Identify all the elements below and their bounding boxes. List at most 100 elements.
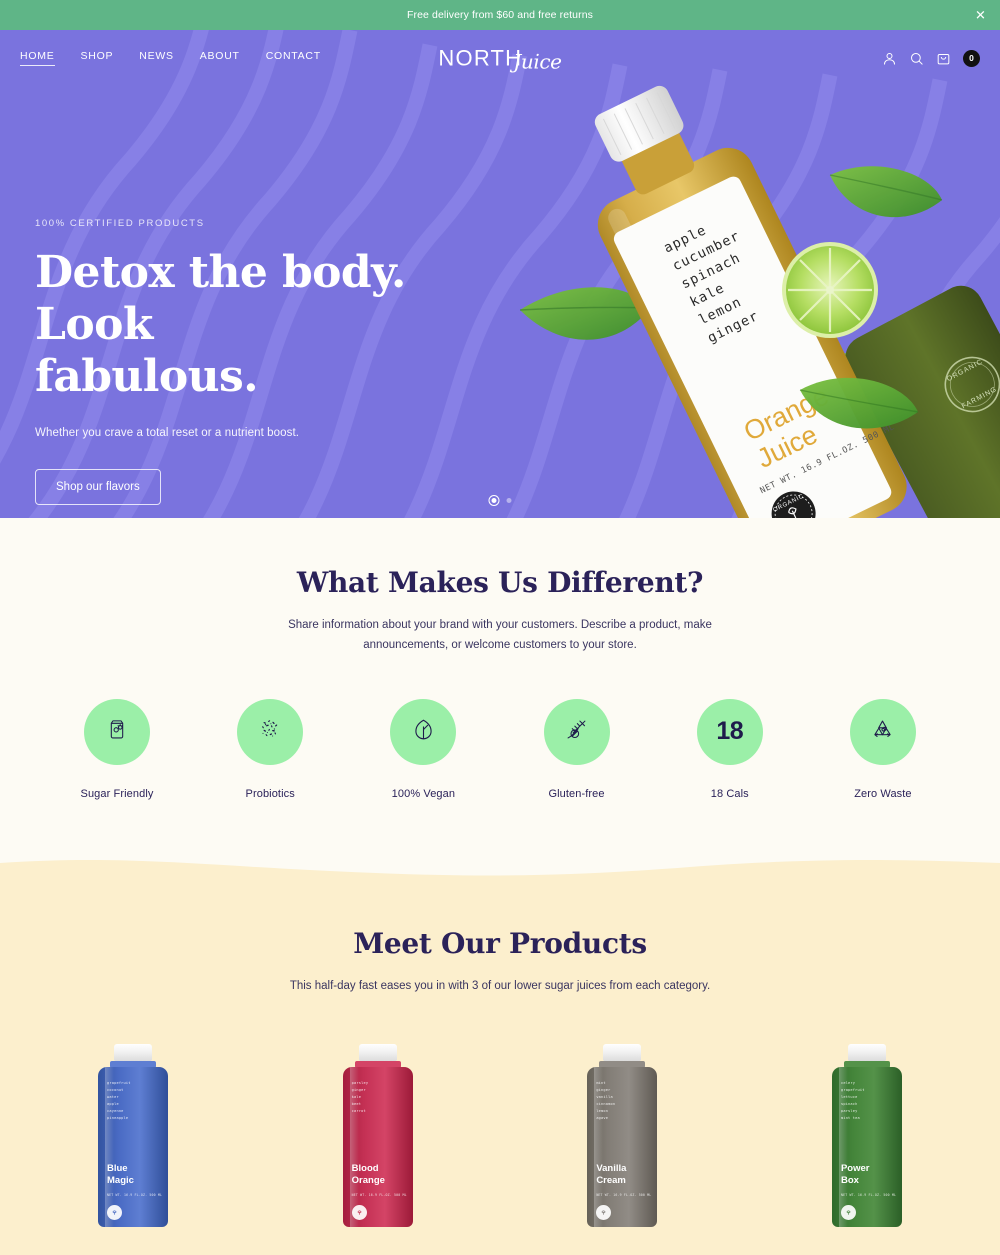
- bottle-body: celery grapefruit lettuce spinach parsle…: [831, 1067, 902, 1228]
- product-card-vanilla-cream[interactable]: mint ginger vanilla cinnamon lemon agave…: [587, 1044, 658, 1228]
- product-net-weight: NET WT. 16.9 FL.OZ. 500 ML: [351, 1193, 407, 1198]
- feature-icon-circle: [84, 698, 150, 765]
- bottle-ingredient: ginger: [596, 1088, 611, 1093]
- product-name: Power Box: [841, 1163, 870, 1187]
- organic-seal-icon: [107, 1205, 122, 1221]
- announcement-text: Free delivery from $60 and free returns: [407, 9, 593, 21]
- organic-seal-icon: [596, 1205, 612, 1221]
- close-icon[interactable]: ✕: [975, 9, 986, 22]
- wheat-crossed-icon: [563, 716, 590, 748]
- nav-item-shop[interactable]: SHOP: [81, 50, 114, 66]
- bottle-ingredient: beet: [351, 1102, 362, 1107]
- product-card-blood-orange[interactable]: parsley ginger kale beet carrot Blood Or…: [342, 1044, 413, 1228]
- bottle-body: mint ginger vanilla cinnamon lemon agave…: [587, 1067, 658, 1228]
- nav-links: HOME SHOP NEWS ABOUT CONTACT: [20, 50, 321, 66]
- bottle-ingredient: pineapple: [107, 1116, 129, 1121]
- hero-title-line-1: Detox the body. Look: [35, 247, 406, 350]
- feature-icon-circle: [543, 698, 610, 765]
- feature-label: Gluten-free: [548, 787, 605, 800]
- logo-script-text: Juice: [513, 49, 562, 74]
- bottle-ingredient: carrot: [351, 1109, 366, 1114]
- nav-item-news[interactable]: NEWS: [139, 50, 174, 66]
- microbe-dots-icon: [256, 715, 284, 748]
- product-name: Blood Orange: [352, 1163, 385, 1187]
- feature-label: 100% Vegan: [391, 787, 456, 800]
- bottle-ingredient: ginger: [351, 1088, 366, 1093]
- carousel-dot-1-active[interactable]: [488, 495, 500, 506]
- features-subtitle: Share information about your brand with …: [288, 619, 712, 652]
- feature-label: Probiotics: [245, 787, 295, 800]
- leaf-check-icon: [410, 716, 437, 748]
- products-section: Meet Our Products This half-day fast eas…: [0, 884, 1000, 1255]
- carousel-dots: [488, 495, 512, 506]
- product-name-line-2: Box: [840, 1175, 859, 1187]
- nav-item-contact[interactable]: CONTACT: [266, 50, 321, 66]
- logo-main-text: NORTH: [438, 45, 523, 70]
- sugar-packet-icon: [104, 716, 130, 747]
- cart-icon[interactable]: [936, 51, 951, 66]
- site-logo[interactable]: NORTH Juice: [438, 43, 562, 74]
- feature-label: Zero Waste: [854, 787, 912, 800]
- features-title: What Makes Us Different?: [296, 566, 704, 599]
- organic-seal-icon: [351, 1205, 367, 1221]
- feature-gluten-free[interactable]: Gluten-free: [522, 698, 632, 800]
- product-name: Vanilla Cream: [596, 1163, 626, 1187]
- bottle-cap: [114, 1044, 152, 1062]
- bottle-cap: [847, 1044, 886, 1062]
- feature-100-vegan[interactable]: 100% Vegan: [368, 698, 478, 800]
- search-icon[interactable]: [909, 51, 924, 66]
- announcement-bar: Free delivery from $60 and free returns …: [0, 0, 1000, 30]
- bottle-ingredient: grapefruit: [107, 1081, 131, 1086]
- shop-flavors-button[interactable]: Shop our flavors: [35, 468, 161, 505]
- bottle-ingredient: kale: [351, 1095, 362, 1100]
- product-name-line-1: Blood: [351, 1163, 379, 1175]
- bottle-ingredient: cinnamon: [596, 1102, 616, 1107]
- calories-number: 18: [716, 717, 744, 746]
- carousel-dot-2[interactable]: [506, 498, 512, 503]
- nav-item-home[interactable]: HOME: [20, 50, 55, 66]
- organic-seal-icon: [840, 1205, 856, 1221]
- feature-list: Sugar Friendly Probiotics 100% Vegan Glu…: [0, 698, 1000, 800]
- hero-content: 100% CERTIFIED PRODUCTS Detox the body. …: [0, 86, 520, 505]
- hero-eyebrow: 100% CERTIFIED PRODUCTS: [35, 218, 205, 229]
- features-section: What Makes Us Different? Share informati…: [0, 518, 1000, 885]
- feature-label: Sugar Friendly: [80, 787, 154, 800]
- bottle-ingredient: apple: [107, 1102, 119, 1107]
- product-net-weight: NET WT. 16.9 FL.OZ. 500 ML: [596, 1193, 652, 1198]
- feature-sugar-friendly[interactable]: Sugar Friendly: [62, 698, 172, 800]
- bottle-cap: [603, 1044, 642, 1062]
- product-name-line-1: Blue: [107, 1163, 128, 1175]
- bottle-ingredient: parsley: [351, 1081, 369, 1086]
- product-net-weight: NET WT. 16.9 FL.OZ. 500 ML: [107, 1193, 163, 1198]
- product-name-line-1: Vanilla: [596, 1163, 627, 1175]
- nav-item-about[interactable]: ABOUT: [200, 50, 240, 66]
- bottle-ingredient: agave: [596, 1116, 609, 1121]
- bottle-ingredient: cayenne: [107, 1109, 124, 1114]
- product-name: Blue Magic: [107, 1163, 134, 1187]
- account-icon[interactable]: [882, 51, 897, 66]
- feature-probiotics[interactable]: Probiotics: [215, 698, 325, 800]
- feature-icon-circle: [390, 698, 457, 765]
- bottle-body: parsley ginger kale beet carrot Blood Or…: [342, 1067, 413, 1228]
- feature-18-cals[interactable]: 18 18 Cals: [675, 698, 785, 800]
- product-name-line-2: Orange: [351, 1175, 385, 1187]
- bottle-ingredient: spinach: [840, 1102, 858, 1107]
- bottle-cap: [358, 1044, 397, 1062]
- bottle-ingredient: grapefruit: [840, 1088, 865, 1093]
- product-card-power-box[interactable]: celery grapefruit lettuce spinach parsle…: [831, 1044, 902, 1228]
- bottle-ingredient: parsley: [840, 1109, 858, 1114]
- bottle-ingredient: mint: [596, 1081, 606, 1086]
- bottle-ingredient: coconut: [107, 1088, 124, 1093]
- header-icon-group: 0: [882, 49, 980, 67]
- bottle-ingredient: celery: [840, 1081, 856, 1086]
- cart-count-badge[interactable]: 0: [963, 49, 980, 67]
- product-name-line-2: Cream: [596, 1175, 626, 1187]
- bottle-ingredient: lemon: [596, 1109, 609, 1114]
- bottle-ingredient: lettuce: [840, 1095, 858, 1100]
- product-name-line-1: Power: [840, 1163, 870, 1175]
- product-card-blue-magic[interactable]: grapefruit coconut water apple cayenne p…: [98, 1044, 168, 1228]
- hero-section: ORGANIC FARMING apple cucumber spinach k…: [0, 30, 1000, 518]
- section-wave-divider: [0, 859, 1000, 885]
- feature-zero-waste[interactable]: Zero Waste: [828, 698, 938, 800]
- feature-icon-circle: [237, 698, 304, 765]
